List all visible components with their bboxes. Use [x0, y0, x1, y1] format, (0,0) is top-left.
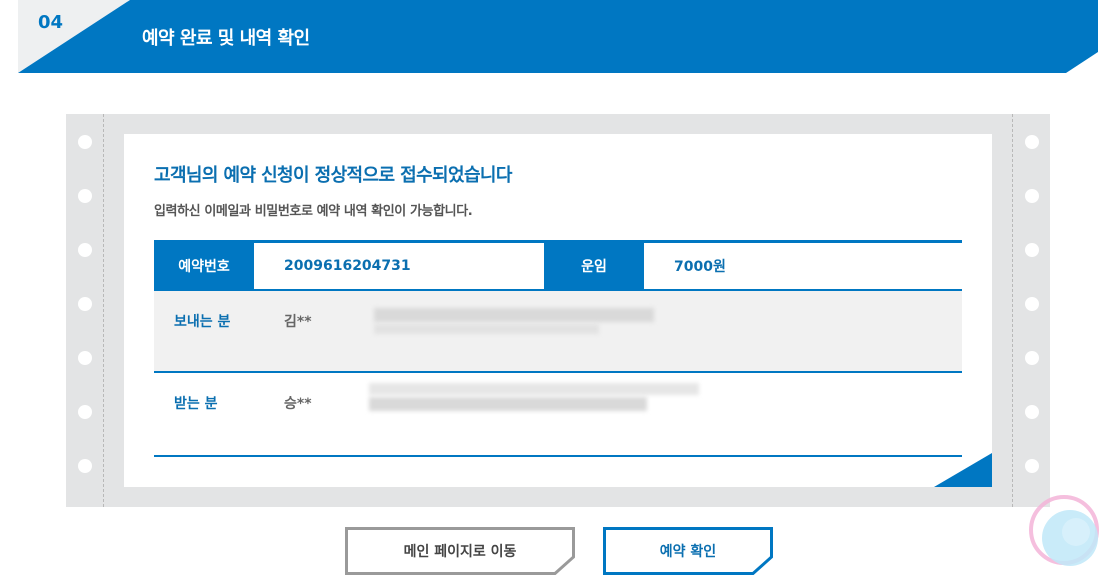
- receiver-label: 받는 분: [174, 396, 218, 412]
- perforation-left: [103, 114, 104, 507]
- main-page-button-label: 메인 페이지로 이동: [403, 544, 517, 560]
- punch-hole: [78, 135, 92, 149]
- receiver-name: 승**: [284, 396, 312, 412]
- sender-address-redacted: [374, 324, 599, 334]
- receiver-row: 받는 분 승**: [154, 373, 962, 457]
- step-number: 04: [38, 12, 64, 33]
- sender-row: 보내는 분 김**: [154, 291, 962, 373]
- punch-hole: [1025, 135, 1039, 149]
- fare-label: 운임: [544, 243, 644, 289]
- step-header: 04 예약 완료 및 내역 확인: [18, 0, 1098, 73]
- reservation-table: 예약번호 2009616204731 운임 7000원 보내는 분 김** 받는…: [154, 240, 962, 457]
- corner-triangle: [934, 453, 992, 487]
- punch-hole: [78, 405, 92, 419]
- punch-hole: [78, 459, 92, 473]
- receipt-panel: 고객님의 예약 신청이 정상적으로 접수되었습니다 입력하신 이메일과 비밀번호…: [66, 114, 1050, 507]
- punch-hole: [1025, 351, 1039, 365]
- main-page-button[interactable]: 메인 페이지로 이동: [345, 527, 575, 575]
- step-title: 예약 완료 및 내역 확인: [142, 28, 310, 49]
- confirm-reservation-button[interactable]: 예약 확인: [603, 527, 773, 575]
- punch-hole: [1025, 297, 1039, 311]
- punch-hole: [1025, 243, 1039, 257]
- punch-hole: [78, 189, 92, 203]
- receiver-address-redacted: [369, 383, 699, 395]
- punch-hole: [1025, 189, 1039, 203]
- sender-name: 김**: [284, 314, 312, 330]
- confirmation-title: 고객님의 예약 신청이 정상적으로 접수되었습니다: [154, 165, 512, 186]
- confirm-reservation-button-label: 예약 확인: [659, 544, 717, 560]
- reservation-number-value: 2009616204731: [284, 258, 411, 274]
- fare-value: 7000원: [674, 259, 726, 275]
- receipt-paper: 고객님의 예약 신청이 정상적으로 접수되었습니다 입력하신 이메일과 비밀번호…: [124, 134, 992, 487]
- summary-row: 예약번호 2009616204731 운임 7000원: [154, 240, 962, 291]
- punch-hole: [78, 351, 92, 365]
- floating-chat-icon[interactable]: [1020, 490, 1100, 570]
- sender-label: 보내는 분: [174, 314, 231, 330]
- punch-hole: [1025, 405, 1039, 419]
- punch-hole: [1025, 459, 1039, 473]
- confirmation-subtitle: 입력하신 이메일과 비밀번호로 예약 내역 확인이 가능합니다.: [154, 204, 473, 219]
- punch-hole: [78, 243, 92, 257]
- reservation-number-label: 예약번호: [154, 243, 254, 289]
- receiver-address-redacted: [369, 397, 647, 411]
- perforation-right: [1012, 114, 1013, 507]
- punch-hole: [78, 297, 92, 311]
- sender-address-redacted: [374, 308, 654, 322]
